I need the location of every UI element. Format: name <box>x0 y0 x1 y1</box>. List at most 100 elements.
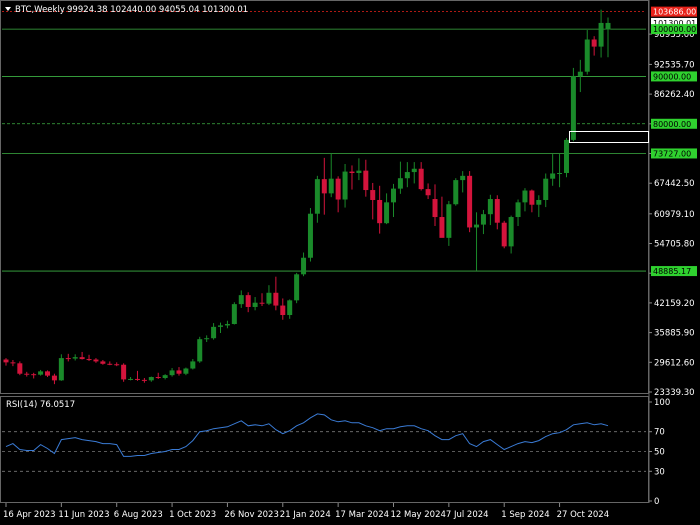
rsi-layer <box>2 413 646 472</box>
price-tick-label: 60979.10 <box>654 210 695 220</box>
candle-body <box>45 371 51 376</box>
candle-body <box>328 178 334 194</box>
price-tick-label: 54705.80 <box>654 240 695 250</box>
price-tags: 101300.01103686.00100000.0090000.0080000… <box>651 6 697 277</box>
candle-body <box>487 199 493 215</box>
candle-body <box>273 292 279 306</box>
candle-body <box>342 171 348 200</box>
time-tick-label: 17 Mar 2024 <box>335 510 389 520</box>
candle-body <box>397 178 403 189</box>
candle-body <box>65 358 71 360</box>
candle-body <box>114 364 120 366</box>
candle-body <box>418 168 424 190</box>
candle-body <box>169 370 175 376</box>
trading-chart[interactable]: 98935.0092535.7086262.4079988.1073713.80… <box>0 0 700 525</box>
rsi-line <box>5 413 609 457</box>
candle-body <box>148 377 154 381</box>
candle-body <box>335 178 341 200</box>
candle-body <box>266 292 272 304</box>
candle-body <box>577 71 583 76</box>
candle-body <box>190 361 196 369</box>
candle-body <box>155 377 161 379</box>
time-tick-label: 26 Nov 2023 <box>224 510 278 520</box>
candle-body <box>259 302 265 304</box>
candle-body <box>31 374 37 376</box>
selection-box[interactable] <box>569 131 649 143</box>
candle-body <box>584 39 590 72</box>
price-tag-label: 90000.00 <box>653 72 691 81</box>
candle-body <box>536 199 542 205</box>
price-tag-label: 100000.00 <box>653 25 696 34</box>
candle-body <box>439 217 445 238</box>
price-tick-label: 92535.70 <box>654 60 695 70</box>
time-tick-label: 11 Jun 2023 <box>58 510 109 520</box>
candle-body <box>480 214 486 225</box>
candle-body <box>557 173 563 175</box>
candle-body <box>377 199 383 224</box>
rsi-tick-label: 100 <box>654 398 670 408</box>
candle-body <box>17 363 23 374</box>
time-tick-label: 16 Apr 2023 <box>3 510 56 520</box>
candle-body <box>349 171 355 174</box>
rsi-tick-label: 0 <box>654 497 659 507</box>
candle-body <box>134 378 140 380</box>
time-axis: 16 Apr 2023 11 Jun 2023 6 Aug 2023 1 Oct 20… <box>3 503 609 520</box>
candle-body <box>321 179 327 194</box>
price-axis: 98935.0092535.7086262.4079988.1073713.80… <box>649 30 695 398</box>
candle-body <box>141 379 147 381</box>
candle-body <box>307 213 313 258</box>
price-tag-label: 48885.17 <box>653 267 691 276</box>
price-tick-label: 67442.50 <box>654 179 695 189</box>
candle-body <box>245 295 251 307</box>
candle-body <box>162 375 168 378</box>
candle-body <box>51 375 57 381</box>
price-tick-label: 29612.60 <box>654 358 695 368</box>
rsi-label: RSI(14) 76.0517 <box>6 400 75 410</box>
candle-body <box>384 202 390 224</box>
candle-body <box>474 224 480 228</box>
candle-body <box>363 170 369 191</box>
candle-body <box>252 302 258 307</box>
ohlc-values: 99924.38 102440.00 94055.04 101300.01 <box>67 5 248 15</box>
collapse-triangle-icon[interactable] <box>5 7 11 11</box>
candle-body <box>446 204 452 238</box>
candle-body <box>467 175 473 228</box>
candle-body <box>93 359 99 362</box>
time-tick-label: 1 Oct 2023 <box>169 510 216 520</box>
candle-body <box>453 180 459 205</box>
candle-body <box>314 179 320 214</box>
rsi-panel-frame <box>0 396 649 503</box>
candle-body <box>515 202 521 218</box>
rsi-tick-label: 30 <box>654 467 665 477</box>
time-tick-label: 6 Aug 2023 <box>114 510 163 520</box>
candle-body <box>460 175 466 181</box>
candle-body <box>287 300 293 316</box>
rsi-axis: 100 70 50 30 0 <box>649 398 670 507</box>
candle-body <box>10 362 16 364</box>
candle-body <box>301 257 307 275</box>
candles-layer <box>3 9 611 385</box>
candle-body <box>390 188 396 203</box>
candle-body <box>3 359 9 363</box>
candle-body <box>218 325 224 327</box>
candle-body <box>543 178 549 200</box>
candle-body <box>197 339 203 362</box>
symbol-label: BTC,Weekly <box>15 5 65 15</box>
candle-body <box>280 305 286 316</box>
candle-body <box>128 378 134 380</box>
price-tick-label: 42159.20 <box>654 299 695 309</box>
candle-body <box>411 168 417 173</box>
candle-body <box>563 139 569 174</box>
rsi-tick-label: 70 <box>654 428 665 438</box>
candle-body <box>100 361 106 364</box>
candle-body <box>224 324 230 326</box>
candle-body <box>529 190 535 205</box>
time-tick-label: 7 Jul 2024 <box>446 510 489 520</box>
candle-body <box>58 358 64 381</box>
price-tag-label: 103686.00 <box>653 8 696 17</box>
candle-body <box>231 304 237 325</box>
candle-body <box>24 373 30 375</box>
candle-body <box>370 190 376 200</box>
candle-body <box>501 222 507 247</box>
horizontal-levels <box>2 11 646 272</box>
